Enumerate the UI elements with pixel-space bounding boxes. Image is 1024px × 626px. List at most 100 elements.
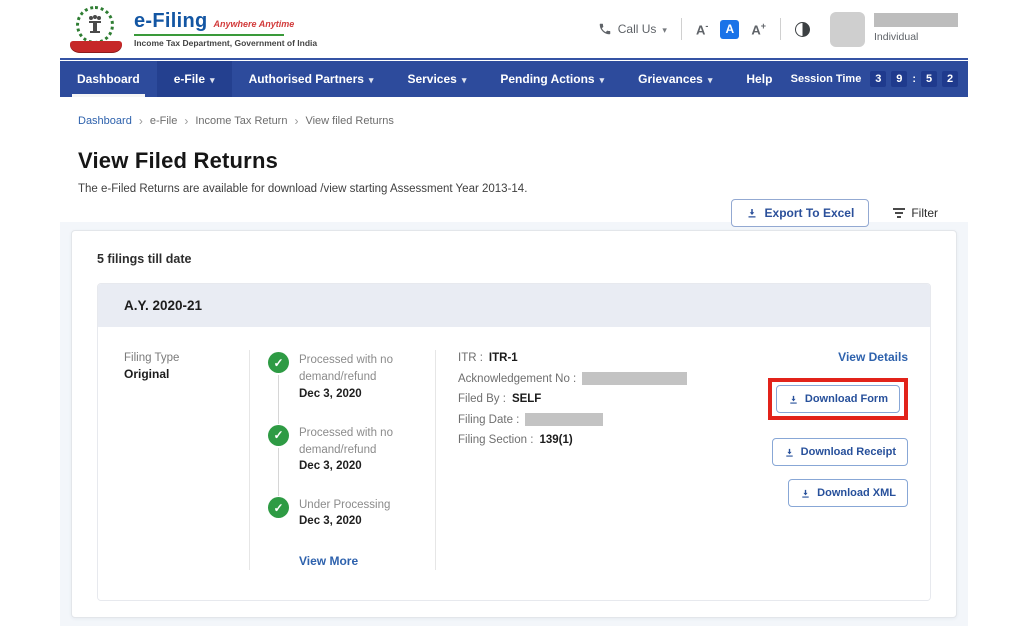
check-circle-icon: ✓ — [268, 352, 289, 373]
call-us-menu[interactable]: Call Us ▾ — [598, 22, 667, 36]
india-emblem-icon — [72, 4, 122, 54]
font-decrease-button[interactable]: A- — [696, 21, 708, 37]
download-icon — [746, 207, 758, 219]
main-navbar: Dashboard e-File▾ Authorised Partners▾ S… — [60, 61, 968, 97]
check-circle-icon: ✓ — [268, 425, 289, 446]
download-icon — [784, 447, 795, 458]
download-form-label: Download Form — [805, 393, 888, 405]
check-circle-icon: ✓ — [268, 497, 289, 518]
chevron-down-icon: ▾ — [462, 75, 467, 86]
view-details-link[interactable]: View Details — [838, 350, 908, 364]
session-timer: Session Time 3 9 : 5 2 — [791, 61, 968, 97]
filed-by-value: SELF — [512, 393, 541, 405]
font-size-controls: A- A A+ — [696, 20, 766, 39]
filed-by-row: Filed By : SELF — [458, 393, 734, 405]
filings-count: 5 filings till date — [97, 252, 931, 266]
chevron-down-icon: ▾ — [369, 75, 374, 86]
export-to-excel-button[interactable]: Export To Excel — [731, 199, 870, 227]
download-xml-label: Download XML — [817, 487, 896, 499]
call-us-label: Call Us — [618, 22, 657, 36]
header-controls: Call Us ▾ A- A A+ Individual — [598, 12, 958, 47]
avatar — [830, 12, 865, 47]
download-form-button[interactable]: Download Form — [776, 385, 900, 413]
brand-department: Income Tax Department, Government of Ind… — [134, 38, 317, 48]
chevron-down-icon: ▾ — [662, 25, 667, 36]
filing-date-row: Filing Date : — [458, 413, 734, 426]
breadcrumb-separator: › — [139, 114, 143, 128]
timeline-item: ✓ Under Processing Dec 3, 2020 — [268, 497, 435, 527]
download-icon — [800, 488, 811, 499]
session-digit: 9 — [891, 71, 907, 87]
session-digit: 3 — [870, 71, 886, 87]
brand-name: e-Filing — [134, 10, 208, 33]
phone-icon — [598, 22, 612, 36]
user-type-label: Individual — [874, 31, 958, 43]
nav-efile[interactable]: e-File▾ — [157, 61, 232, 97]
filing-item-body: Filing Type Original ✓ Processed with no… — [98, 327, 930, 600]
assessment-year-header: A.Y. 2020-21 — [98, 284, 930, 327]
font-increase-button[interactable]: A+ — [751, 21, 766, 37]
download-receipt-button[interactable]: Download Receipt — [772, 438, 908, 466]
timeline-item: ✓ Processed with no demand/refund Dec 3,… — [268, 352, 435, 400]
filing-type-value: Original — [124, 367, 249, 381]
acknowledgement-label: Acknowledgement No : — [458, 373, 576, 385]
timeline-date: Dec 3, 2020 — [299, 460, 427, 472]
breadcrumb: Dashboard › e-File › Income Tax Return ›… — [60, 97, 968, 128]
nav-authorised-partners[interactable]: Authorised Partners▾ — [232, 61, 391, 97]
filing-details-column: ITR : ITR-1 Acknowledgement No : Filed B… — [436, 350, 734, 570]
user-name-redacted — [874, 13, 958, 27]
contrast-toggle-icon[interactable] — [795, 22, 810, 37]
nav-help[interactable]: Help — [729, 61, 789, 97]
chevron-down-icon: ▾ — [210, 75, 215, 86]
actions-column: View Details Download Form Download Rece… — [734, 350, 930, 570]
nav-services[interactable]: Services▾ — [390, 61, 483, 97]
timeline-item: ✓ Processed with no demand/refund Dec 3,… — [268, 425, 435, 473]
download-xml-button[interactable]: Download XML — [788, 479, 908, 507]
chevron-down-icon: ▾ — [708, 75, 713, 86]
breadcrumb-separator: › — [294, 114, 298, 128]
brand-underline — [134, 34, 284, 36]
font-normal-button[interactable]: A — [720, 20, 739, 39]
filings-section: 5 filings till date A.Y. 2020-21 Filing … — [60, 222, 968, 626]
session-colon: : — [912, 73, 916, 85]
breadcrumb-dashboard[interactable]: Dashboard — [78, 115, 132, 127]
breadcrumb-income-tax-return[interactable]: Income Tax Return — [195, 115, 287, 127]
breadcrumb-view-filed-returns: View filed Returns — [305, 115, 393, 127]
filing-date-redacted-value — [525, 413, 603, 426]
red-highlight-annotation: Download Form — [768, 378, 908, 420]
download-receipt-label: Download Receipt — [801, 446, 896, 458]
page-subtitle: The e-Filed Returns are available for do… — [78, 183, 950, 195]
download-icon — [788, 394, 799, 405]
top-header: e-Filing Anywhere Anytime Income Tax Dep… — [60, 0, 968, 60]
acknowledgement-redacted-value — [582, 372, 687, 385]
session-digit: 5 — [921, 71, 937, 87]
page-title: View Filed Returns — [78, 148, 950, 174]
filter-label: Filter — [911, 206, 938, 220]
itr-label: ITR : — [458, 352, 483, 364]
brand-logo: e-Filing Anywhere Anytime Income Tax Dep… — [72, 4, 317, 54]
filings-card: 5 filings till date A.Y. 2020-21 Filing … — [71, 230, 957, 618]
filter-button[interactable]: Filter — [893, 206, 938, 220]
acknowledgement-row: Acknowledgement No : — [458, 372, 734, 385]
filing-section-row: Filing Section : 139(1) — [458, 434, 734, 446]
status-timeline: ✓ Processed with no demand/refund Dec 3,… — [250, 350, 436, 570]
filing-section-label: Filing Section : — [458, 434, 533, 446]
itr-row: ITR : ITR-1 — [458, 352, 734, 364]
efiling-portal-page: e-Filing Anywhere Anytime Income Tax Dep… — [60, 0, 968, 626]
nav-grievances[interactable]: Grievances▾ — [621, 61, 729, 97]
nav-pending-actions[interactable]: Pending Actions▾ — [483, 61, 621, 97]
filter-icon — [893, 208, 905, 218]
page-actions: Export To Excel Filter — [731, 199, 938, 227]
filing-type-column: Filing Type Original — [98, 350, 250, 570]
user-profile[interactable]: Individual — [830, 12, 958, 47]
export-label: Export To Excel — [765, 206, 855, 220]
nav-dashboard[interactable]: Dashboard — [60, 61, 157, 97]
timeline-date: Dec 3, 2020 — [299, 515, 427, 527]
breadcrumb-separator: › — [184, 114, 188, 128]
breadcrumb-efile[interactable]: e-File — [150, 115, 178, 127]
timeline-status: Processed with no demand/refund — [299, 352, 427, 387]
view-more-link[interactable]: View More — [299, 554, 358, 568]
brand-tagline: Anywhere Anytime — [214, 19, 295, 29]
filed-by-label: Filed By : — [458, 393, 506, 405]
timeline-date: Dec 3, 2020 — [299, 388, 427, 400]
